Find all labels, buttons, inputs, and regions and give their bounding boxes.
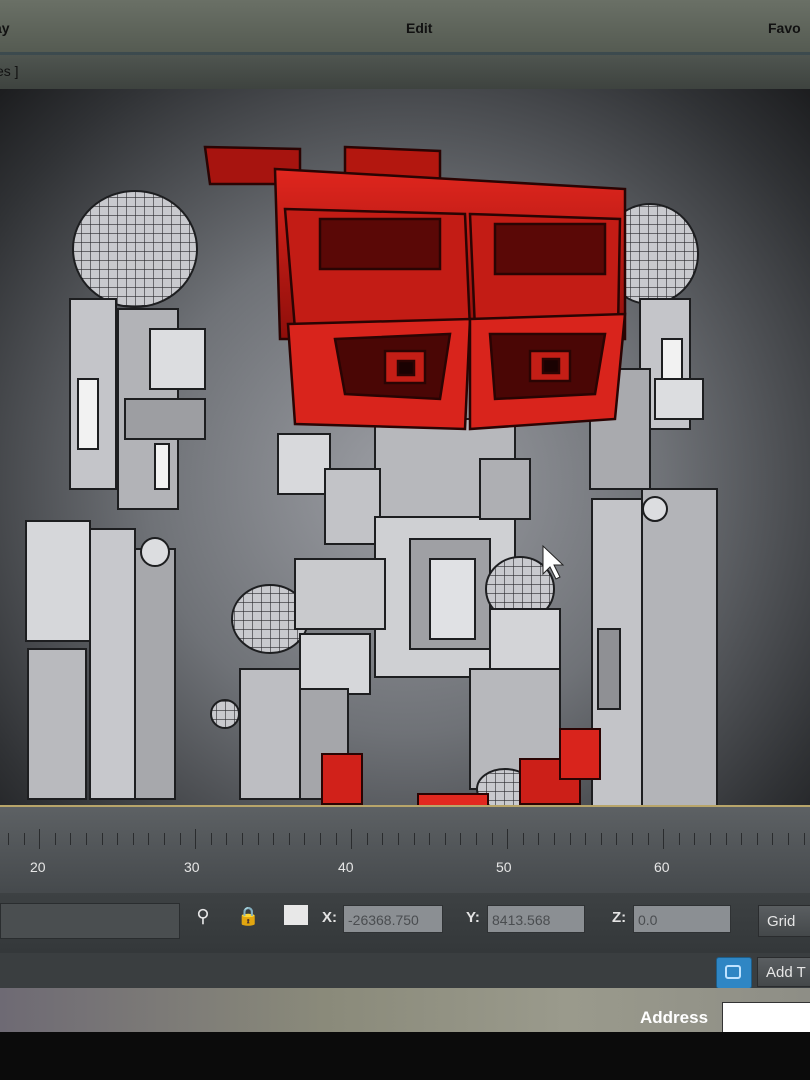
auto-key-button[interactable]	[716, 957, 752, 989]
timeline-tick	[429, 833, 431, 845]
timeline-tick	[600, 833, 602, 845]
timeline-tick	[460, 833, 462, 845]
timeline-tick	[538, 833, 540, 845]
timeline-tick	[476, 833, 477, 845]
timeline-tick	[803, 833, 805, 845]
timeline-tick	[101, 833, 103, 845]
monitor-bezel	[0, 1032, 810, 1080]
timeline-tick	[86, 833, 87, 845]
timeline-tick	[288, 833, 290, 845]
toolbar-strip: es ]	[0, 55, 810, 89]
timeline-tick	[117, 833, 119, 845]
timeline-tick	[772, 833, 774, 845]
timeline-tick	[398, 833, 399, 845]
timeline-tick	[507, 829, 509, 849]
timeline-tick	[132, 833, 134, 845]
y-coord-label: Y:	[466, 909, 480, 926]
lightbulb-icon[interactable]: ⚲	[192, 905, 214, 927]
timeline-tick	[382, 833, 384, 845]
timeline-label: 30	[184, 859, 200, 875]
timeline-tick	[647, 833, 649, 845]
timeline-tick	[413, 833, 415, 845]
screen: ay Edit Favo es ]	[0, 0, 810, 1080]
key-icon	[725, 965, 741, 979]
status-prompt-field	[0, 903, 180, 939]
timeline-tick	[179, 833, 181, 845]
add-time-tag-button[interactable]: Add T	[757, 957, 810, 987]
timeline-tick	[788, 833, 789, 845]
status-bar: ⚲ 🔒 X: -26368.750 Y: 8413.568 Z: 0.0 Gri…	[0, 893, 810, 953]
timeline-tick	[257, 833, 259, 845]
x-coord-label: X:	[322, 909, 337, 926]
timeline-ruler	[0, 829, 810, 855]
timeline-label: 50	[496, 859, 512, 875]
timeline-tick	[710, 833, 711, 845]
timeline-tick	[273, 833, 275, 845]
timeline-tick	[741, 833, 743, 845]
timeline-tick	[242, 833, 243, 845]
timeline-tick	[54, 833, 56, 845]
3d-viewport[interactable]	[0, 89, 810, 805]
menu-item-edit[interactable]: Edit	[406, 20, 432, 36]
timeline-tick	[366, 833, 368, 845]
timeline-tick	[616, 833, 618, 845]
x-coord-field[interactable]: -26368.750	[343, 905, 443, 933]
timeline-tick	[522, 833, 524, 845]
timeline-tick	[8, 833, 9, 845]
timeline-tick	[694, 833, 696, 845]
left-leg-mesh	[25, 190, 206, 800]
selected-head-mesh	[203, 145, 627, 431]
viewport-tab[interactable]: es ]	[0, 63, 19, 79]
lock-icon[interactable]: 🔒	[237, 905, 259, 927]
timeline-tick	[210, 833, 212, 845]
taskbar: Address	[0, 988, 810, 1034]
address-label: Address	[640, 1008, 709, 1027]
timeline-tick	[585, 833, 587, 845]
timeline-label: 60	[654, 859, 670, 875]
address-input[interactable]	[722, 1002, 810, 1034]
timeline-tick	[335, 833, 337, 845]
timeline-tick	[756, 833, 758, 845]
menu-item-display[interactable]: ay	[0, 20, 10, 36]
robot-model	[25, 145, 718, 805]
timeline-tick	[320, 833, 321, 845]
timeline-tick	[678, 833, 680, 845]
selection-icon[interactable]	[284, 905, 308, 925]
timeline-tick	[39, 829, 41, 849]
timeline-tick	[444, 833, 446, 845]
z-coord-label: Z:	[612, 909, 627, 926]
menu-item-favorites[interactable]: Favo	[768, 20, 801, 36]
timeline-tick	[554, 833, 555, 845]
timeline-tick	[164, 833, 165, 845]
timeline-tick	[226, 833, 228, 845]
y-coord-field[interactable]: 8413.568	[487, 905, 585, 933]
timeline-tick	[304, 833, 306, 845]
z-coord-field[interactable]: 0.0	[633, 905, 731, 933]
timeline-tick	[23, 833, 25, 845]
timeline-tick	[663, 829, 665, 849]
timeline-tick	[195, 829, 197, 849]
timeline-tick	[632, 833, 633, 845]
timeline-tick	[70, 833, 72, 845]
grid-button[interactable]: Grid	[758, 905, 810, 937]
timeline-tick	[725, 833, 727, 845]
timeline-tick	[148, 833, 150, 845]
timeline-tick	[351, 829, 353, 849]
menu-bar: ay Edit Favo	[0, 0, 810, 55]
timeline-label: 20	[30, 859, 46, 875]
timeline-slider[interactable]: 20 30 40 50 60	[0, 805, 810, 895]
timeline-label: 40	[338, 859, 354, 875]
key-controls-row: Add T	[0, 953, 810, 989]
timeline-tick	[491, 833, 493, 845]
timeline-tick	[569, 833, 571, 845]
